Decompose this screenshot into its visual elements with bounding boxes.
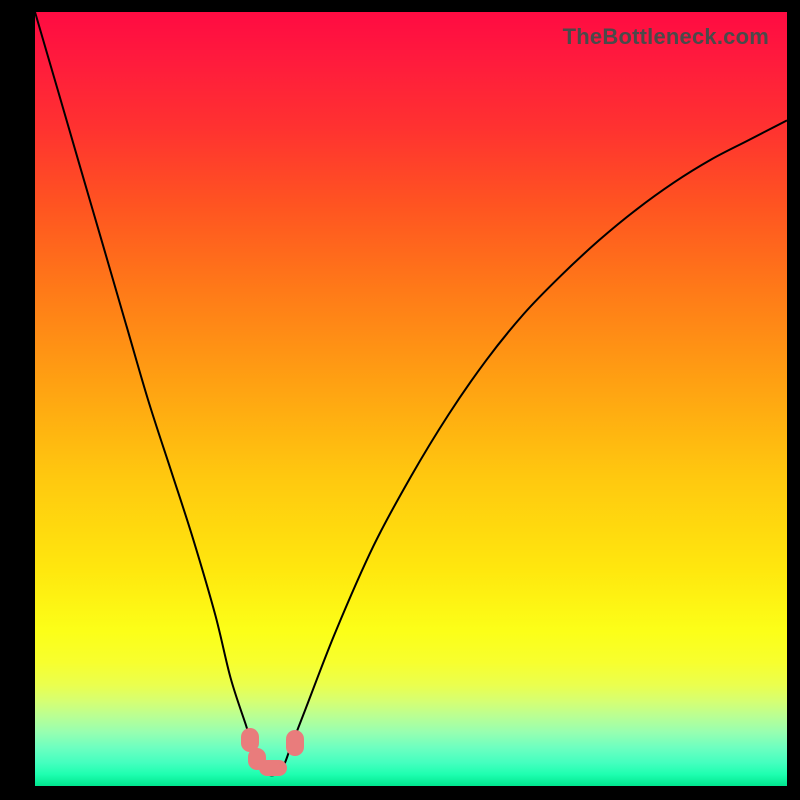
min-marker-bottom — [259, 760, 287, 776]
plot-area: TheBottleneck.com — [35, 12, 787, 786]
bottleneck-curve-path — [35, 12, 787, 775]
curve-svg — [35, 12, 787, 786]
min-marker-right — [286, 730, 304, 756]
